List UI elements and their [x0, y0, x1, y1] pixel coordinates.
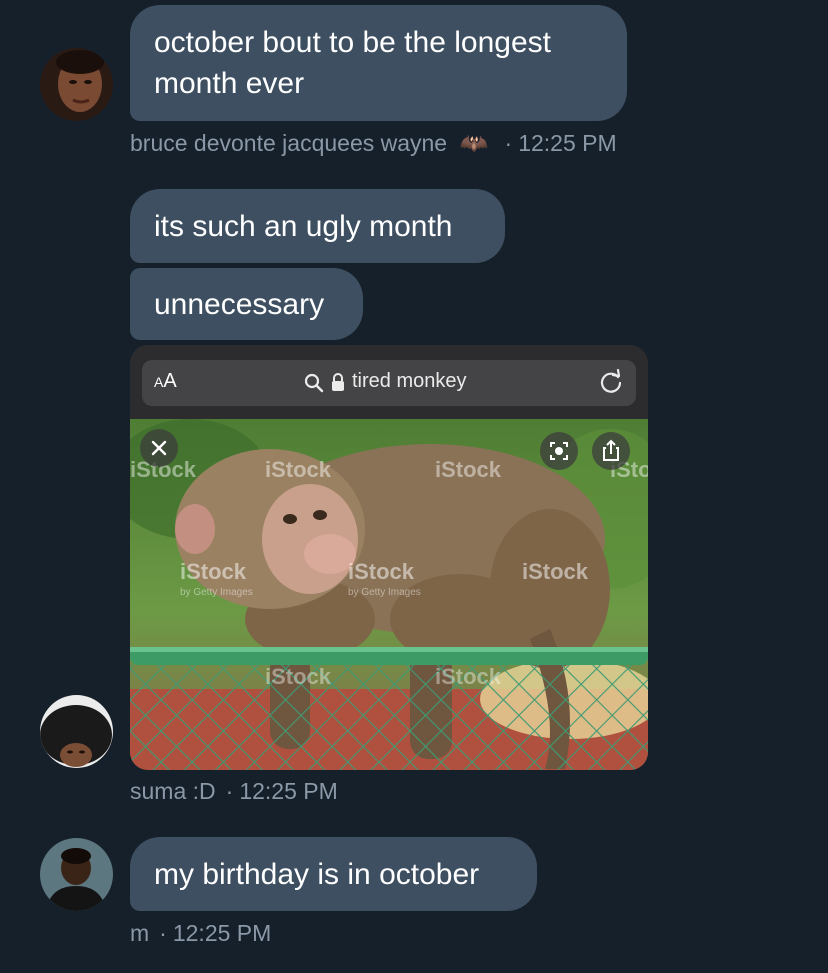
aa-large: A	[163, 370, 177, 392]
message-bubble-4[interactable]: my birthday is in october	[130, 837, 537, 911]
watermark: iStock	[265, 457, 332, 482]
watermark: iStock	[348, 559, 415, 584]
lens-icon	[550, 442, 568, 460]
close-icon	[151, 440, 167, 456]
aa-small: A	[154, 374, 164, 390]
watermark: iStock	[522, 559, 589, 584]
message-meta-2: suma :D · 12:25 PM	[130, 777, 338, 805]
watermark: iStock	[435, 457, 502, 482]
avatar-photo	[40, 48, 113, 121]
avatar-photo	[40, 695, 113, 768]
message-text: unnecessary	[154, 288, 325, 321]
message-meta-1: bruce devonte jacquees wayne 🦇 · 12:25 PM	[130, 129, 617, 157]
image-attachment[interactable]: AA tired monkey iStock iStock iStock iSt…	[130, 345, 648, 770]
message-bubble-1[interactable]: october bout to be the longest month eve…	[130, 5, 627, 121]
message-meta-3: m · 12:25 PM	[130, 919, 271, 947]
lock-icon	[332, 373, 344, 391]
timestamp: 12:25 PM	[239, 778, 338, 804]
message-bubble-3[interactable]: unnecessary	[130, 268, 363, 340]
close-button	[140, 429, 178, 467]
visual-lookup-button	[540, 432, 578, 470]
watermark-caption: by Getty Images	[180, 587, 253, 598]
browser-toolbar: AA tired monkey	[130, 345, 648, 419]
sender-name[interactable]: m	[130, 920, 149, 946]
message-text: its such an ugly month	[154, 210, 453, 243]
watermark: iStock	[435, 664, 502, 689]
magnifier-icon	[304, 373, 324, 393]
watermark-caption: by Getty Images	[348, 587, 421, 598]
search-query: tired monkey	[352, 370, 467, 392]
timestamp: 12:25 PM	[518, 130, 617, 156]
avatar-suma[interactable]	[40, 695, 113, 768]
reader-text-size-icon: AA	[154, 370, 177, 393]
message-bubble-2[interactable]: its such an ugly month	[130, 189, 505, 263]
share-button	[592, 432, 630, 470]
watermark: iStock	[180, 559, 247, 584]
separator-dot: ·	[504, 130, 513, 156]
monkey-photo: iStock iStock iStock iStock iStock iStoc…	[130, 419, 648, 770]
reload-icon	[600, 369, 622, 393]
bat-emoji: 🦇	[459, 130, 489, 156]
message-line: october bout to be the longest	[154, 26, 551, 59]
separator-dot: ·	[225, 778, 234, 804]
avatar-m[interactable]	[40, 838, 113, 911]
timestamp: 12:25 PM	[172, 920, 272, 946]
share-icon	[603, 439, 619, 461]
separator-dot: ·	[159, 920, 167, 946]
message-text: my birthday is in october	[154, 858, 480, 891]
message-line: month ever	[154, 67, 305, 100]
sender-name[interactable]: suma :D	[130, 778, 216, 804]
watermark: iStock	[265, 664, 332, 689]
sender-name[interactable]: bruce devonte jacquees wayne	[130, 130, 447, 156]
address-bar: AA tired monkey	[142, 360, 636, 406]
avatar-photo	[40, 838, 113, 911]
avatar-bruce[interactable]	[40, 48, 113, 121]
